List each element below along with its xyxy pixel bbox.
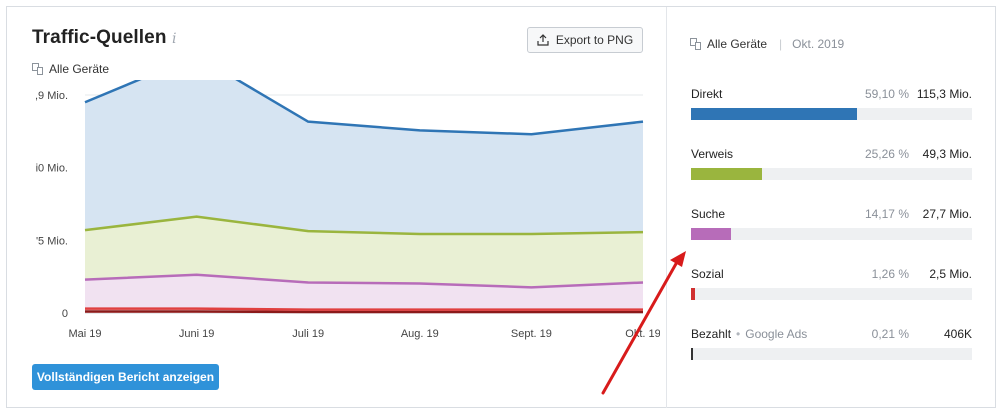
source-name-text: Sozial bbox=[691, 267, 724, 281]
share-bar-fill bbox=[691, 168, 762, 180]
traffic-source-bezahlt[interactable]: Bezahlt • Google Ads 0,21 % 406K bbox=[691, 327, 972, 360]
right-device-label[interactable]: Alle Geräte bbox=[707, 37, 767, 51]
source-percent: 0,21 % bbox=[871, 327, 909, 341]
source-visits: 406K bbox=[943, 327, 972, 341]
y-tick-label: '5 Mio. bbox=[36, 235, 68, 247]
period-label[interactable]: Okt. 2019 bbox=[792, 37, 844, 51]
header-separator: | bbox=[779, 37, 783, 51]
share-bar-track bbox=[691, 348, 972, 360]
share-bar-track bbox=[691, 168, 972, 180]
traffic-source-verweis[interactable]: Verweis 25,26 % 49,3 Mio. bbox=[691, 147, 972, 180]
info-icon[interactable]: i bbox=[172, 31, 176, 47]
source-name-text: Verweis bbox=[691, 147, 734, 161]
source-name: Verweis bbox=[691, 147, 733, 161]
share-bar-track bbox=[691, 228, 972, 240]
export-png-label: Export to PNG bbox=[555, 33, 634, 47]
source-percent: 1,26 % bbox=[871, 267, 909, 281]
source-name: Direkt bbox=[691, 87, 722, 101]
traffic-source-suche[interactable]: Suche 14,17 % 27,7 Mio. bbox=[691, 207, 972, 240]
source-subtitle: Google Ads bbox=[745, 327, 808, 341]
source-name: Bezahlt • Google Ads bbox=[691, 327, 807, 341]
x-tick-label: Juni 19 bbox=[179, 328, 214, 340]
source-row: Sozial 1,26 % 2,5 Mio. bbox=[691, 267, 972, 283]
upload-icon bbox=[537, 34, 549, 46]
source-row: Bezahlt • Google Ads 0,21 % 406K bbox=[691, 327, 972, 343]
device-filter[interactable]: Alle Geräte bbox=[32, 62, 109, 76]
traffic-source-sozial[interactable]: Sozial 1,26 % 2,5 Mio. bbox=[691, 267, 972, 300]
share-bar-fill bbox=[691, 288, 695, 300]
source-row: Suche 14,17 % 27,7 Mio. bbox=[691, 207, 972, 223]
series-line-sozial bbox=[85, 307, 643, 311]
bullet-separator: • bbox=[736, 327, 741, 341]
share-bar-track bbox=[691, 288, 972, 300]
panel-divider bbox=[666, 7, 667, 408]
x-tick-label: Mai 19 bbox=[68, 328, 101, 340]
source-row: Direkt 59,10 % 115,3 Mio. bbox=[691, 87, 972, 103]
x-tick-label: Sept. 19 bbox=[511, 328, 552, 340]
source-name-text: Suche bbox=[691, 207, 726, 221]
source-name: Sozial bbox=[691, 267, 724, 281]
device-filter-label: Alle Geräte bbox=[49, 62, 110, 76]
share-bar-fill bbox=[691, 348, 694, 360]
share-bar-track bbox=[691, 108, 972, 120]
x-tick-label: Okt. 19 bbox=[625, 328, 660, 340]
traffic-source-direkt[interactable]: Direkt 59,10 % 115,3 Mio. bbox=[691, 87, 972, 120]
source-name: Suche bbox=[691, 207, 725, 221]
source-visits: 2,5 Mio. bbox=[929, 267, 972, 281]
source-name-text: Bezahlt bbox=[691, 327, 732, 341]
source-name-text: Direkt bbox=[691, 87, 723, 101]
export-png-button[interactable]: Export to PNG bbox=[527, 27, 643, 53]
area-chart-svg: ,9 Mio. i0 Mio. '5 Mio. 0Mai 19 Juni 19 Juli … bbox=[35, 54, 661, 340]
devices-icon bbox=[32, 63, 44, 75]
source-visits: 49,3 Mio. bbox=[922, 147, 972, 161]
right-panel-header: Alle Geräte | Okt. 2019 bbox=[690, 37, 844, 51]
x-tick-label: Aug. 19 bbox=[401, 328, 439, 340]
source-percent: 59,10 % bbox=[864, 87, 909, 101]
source-row: Verweis 25,26 % 49,3 Mio. bbox=[691, 147, 972, 163]
widget-title: Traffic-Quellen bbox=[32, 27, 167, 48]
y-tick-label: i0 Mio. bbox=[36, 163, 68, 175]
share-bar-fill bbox=[691, 228, 731, 240]
area-direkt bbox=[85, 55, 643, 235]
source-percent: 14,17 % bbox=[864, 207, 909, 221]
share-bar-fill bbox=[691, 108, 858, 120]
source-visits: 115,3 Mio. bbox=[916, 87, 972, 101]
source-visits: 27,7 Mio. bbox=[922, 207, 972, 221]
devices-icon bbox=[690, 38, 702, 50]
traffic-chart: ,9 Mio. i0 Mio. '5 Mio. 0 Mai 19 Juni 19 Juli … bbox=[0, 54, 661, 350]
y-tick-label: ,9 Mio. bbox=[35, 90, 68, 102]
y-tick-label: 0 bbox=[62, 308, 68, 320]
source-percent: 25,26 % bbox=[864, 147, 909, 161]
x-tick-label: Juli 19 bbox=[292, 328, 324, 340]
full-report-button[interactable]: Vollständigen Bericht anzeigen bbox=[32, 364, 219, 390]
